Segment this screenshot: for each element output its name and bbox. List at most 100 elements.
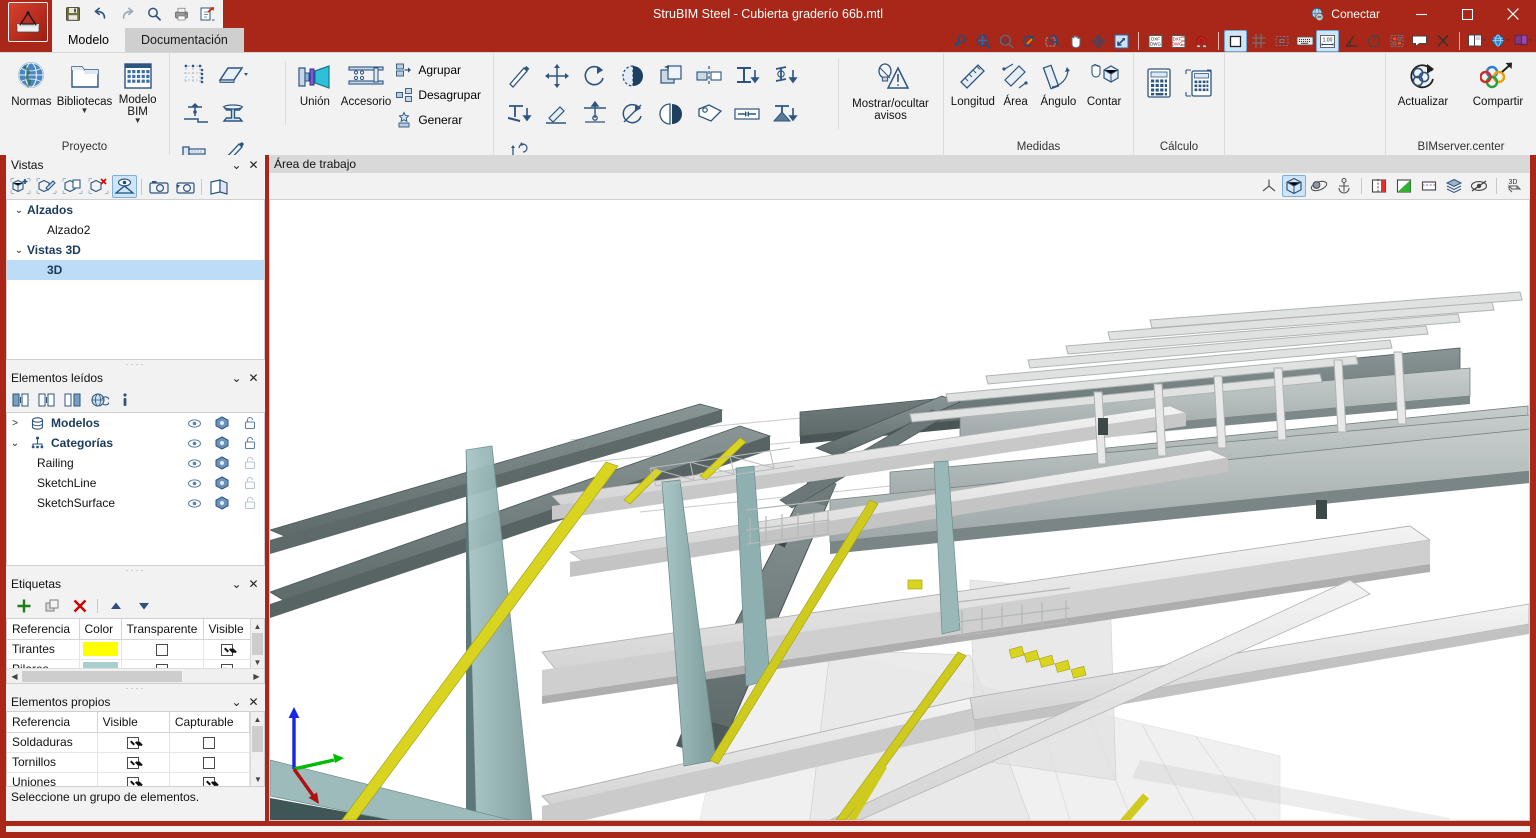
solid-icon[interactable] [208, 496, 236, 510]
cell-capturable[interactable] [169, 752, 250, 773]
select-marquee-icon[interactable] [1270, 30, 1293, 52]
scroll-thumb-h[interactable] [22, 670, 182, 682]
tag-icon[interactable] [690, 95, 728, 133]
export-dxf-dwg-icon[interactable]: DXF DWG [1167, 30, 1190, 52]
zoom-redraw-icon[interactable] [1018, 30, 1041, 52]
i-beam-profile-icon[interactable] [214, 95, 252, 133]
col-referencia[interactable]: Referencia [7, 619, 80, 640]
mostrar-ocultar-avisos-button[interactable]: Mostrar/ocultar avisos [844, 57, 937, 122]
import-dxf-dwg-icon[interactable]: DXF DWG [1144, 30, 1167, 52]
contar-button[interactable]: Contar [1081, 57, 1127, 108]
color-swatch-tirantes[interactable] [82, 642, 118, 656]
panel-splitter-etiquetas[interactable]: ···· [6, 684, 265, 693]
panel-splitter-vistas[interactable]: ···· [6, 360, 265, 369]
desagrupar-button[interactable]: Desagrupar [393, 83, 487, 107]
scroll-right-icon[interactable]: ▶ [249, 669, 264, 684]
align-icon[interactable] [728, 95, 766, 133]
table-row[interactable]: Uniones [7, 772, 250, 786]
col-color[interactable]: Color [79, 619, 122, 640]
solid-cube-icon[interactable] [1282, 175, 1306, 197]
col-transparente[interactable]: Transparente [121, 619, 204, 640]
camera-icon[interactable] [146, 175, 171, 198]
tree-node-3d[interactable]: 3D [7, 260, 264, 280]
chevron-down-icon[interactable]: ⌄ [11, 205, 27, 216]
move-vertical-icon[interactable] [576, 95, 614, 133]
bibliotecas-button[interactable]: Bibliotecas ▼ [57, 57, 112, 115]
lock-icon[interactable] [236, 476, 264, 490]
eye-icon[interactable] [180, 418, 208, 429]
duplicate-icon[interactable] [39, 594, 64, 617]
grid-icon[interactable] [1247, 30, 1270, 52]
table-row[interactable]: Tirantes [7, 639, 250, 660]
arc-icon[interactable] [1362, 30, 1385, 52]
eye-icon[interactable] [180, 458, 208, 469]
undo-icon[interactable] [91, 5, 109, 23]
layers-icon[interactable] [1385, 30, 1408, 52]
table-row[interactable]: Pilares [7, 659, 250, 668]
orbit-icon[interactable] [1087, 30, 1110, 52]
tab-modelo[interactable]: Modelo [52, 28, 125, 52]
magnet-snap-icon[interactable] [1190, 30, 1213, 52]
search-icon[interactable] [145, 5, 163, 23]
checkbox-visible[interactable] [127, 736, 140, 749]
beam-down-icon[interactable] [728, 57, 766, 95]
plate-plane-icon[interactable] [214, 57, 252, 95]
cell-color[interactable] [79, 639, 122, 660]
redo-icon[interactable] [118, 5, 136, 23]
save-icon[interactable] [64, 5, 82, 23]
comment-icon[interactable] [1408, 30, 1431, 52]
globe-refresh-icon[interactable] [86, 388, 111, 411]
col-visible[interactable]: Visible [203, 619, 250, 640]
lock-icon[interactable] [236, 436, 264, 450]
scroll-down-icon[interactable]: ▼ [251, 655, 264, 669]
chevron-down-icon[interactable]: ⌄ [11, 245, 27, 256]
split-left-icon[interactable] [8, 388, 33, 411]
mirror-copy-icon[interactable] [614, 57, 652, 95]
chevron-down-icon[interactable]: ▼ [81, 107, 89, 115]
chevron-right-icon[interactable]: > [7, 418, 23, 429]
dimension-scale-icon[interactable]: 1.00 [1316, 30, 1339, 52]
compartir-button[interactable]: Compartir [1466, 57, 1530, 108]
element-row-sketchline[interactable]: SketchLine [7, 473, 264, 493]
close-button[interactable] [1490, 0, 1536, 28]
cell-transparente[interactable] [121, 639, 204, 660]
etiquetas-vertical-scrollbar[interactable]: ▲ ▼ [250, 619, 264, 669]
edit-view-icon[interactable] [34, 175, 59, 198]
export-icon[interactable] [199, 5, 217, 23]
area-button[interactable]: Área [996, 57, 1036, 108]
anchor-view-icon[interactable] [1332, 175, 1356, 197]
zoom-x2-icon[interactable]: x2 [995, 30, 1018, 52]
copy-icon[interactable] [652, 57, 690, 95]
edit-pencil-icon[interactable] [500, 57, 538, 95]
move-down-icon[interactable] [131, 594, 156, 617]
panel-vistas-collapse-icon[interactable]: ⌄ [228, 156, 245, 173]
scroll-left-icon[interactable]: ◀ [7, 669, 22, 684]
delete-icon[interactable] [67, 594, 92, 617]
col-visible[interactable]: Visible [97, 712, 170, 733]
element-row-sketchsurface[interactable]: SketchSurface [7, 493, 264, 513]
solid-icon[interactable] [208, 436, 236, 450]
beam-rotate-down-icon[interactable] [766, 57, 804, 95]
checkbox-capturable[interactable] [203, 776, 216, 786]
globe-help-icon[interactable] [1488, 30, 1511, 52]
new-view-icon[interactable] [8, 175, 33, 198]
agrupar-button[interactable]: Agrupar [393, 58, 487, 82]
element-row-railing[interactable]: Railing [7, 453, 264, 473]
zoom-previous-icon[interactable] [949, 30, 972, 52]
cut-icon[interactable] [1431, 30, 1454, 52]
panel-splitter-elementos-leidos[interactable]: ···· [6, 566, 265, 575]
eye-icon[interactable] [180, 478, 208, 489]
lock-icon[interactable] [236, 416, 264, 430]
pan-hand-icon[interactable] [1064, 30, 1087, 52]
minimize-button[interactable] [1398, 0, 1444, 28]
modelo-bim-button[interactable]: Modelo BIM ▼ [112, 57, 163, 125]
cell-visible[interactable] [97, 752, 170, 773]
orbit-view-icon[interactable] [1307, 175, 1331, 197]
scroll-up-icon[interactable]: ▲ [251, 619, 264, 633]
col-capturable[interactable]: Capturable [169, 712, 250, 733]
erase-icon[interactable] [538, 95, 576, 133]
lock-icon[interactable] [236, 456, 264, 470]
checkbox-capturable[interactable] [203, 736, 216, 749]
checkbox-transparente[interactable] [156, 643, 168, 656]
union-button[interactable]: Unión [291, 57, 339, 108]
